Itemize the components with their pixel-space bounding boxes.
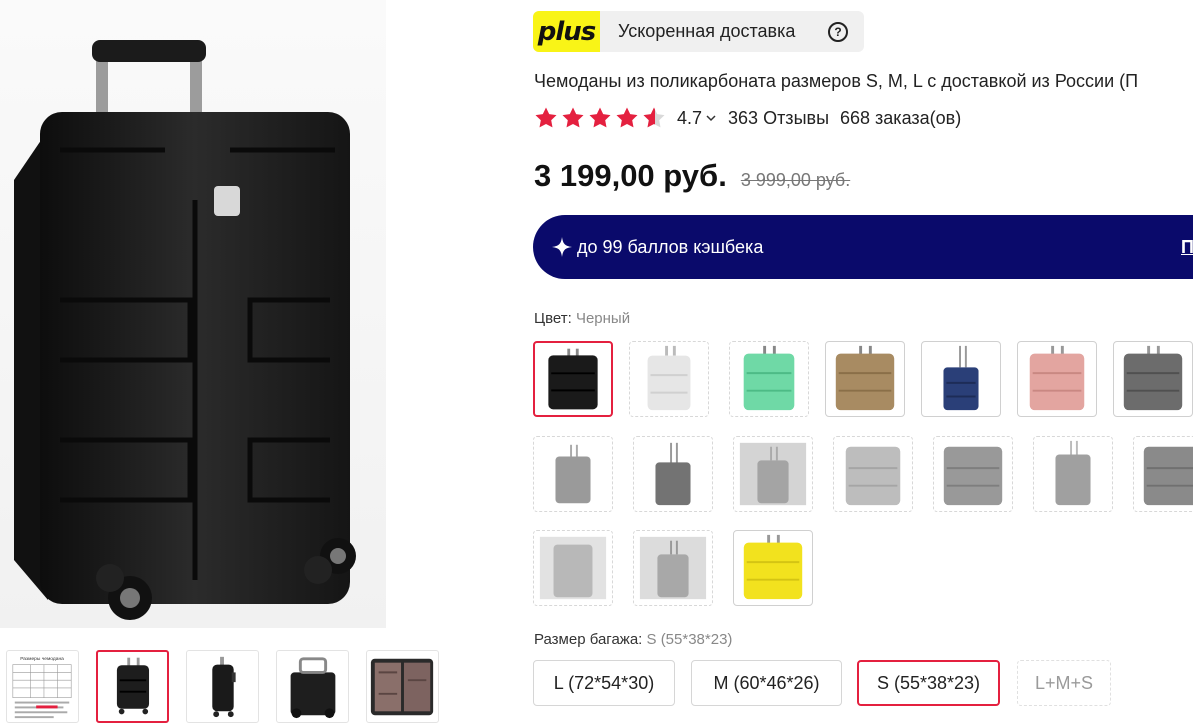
size-option-m[interactable]: M (60*46*26) xyxy=(691,660,842,706)
suitcase-image xyxy=(743,345,795,411)
suitcase-image xyxy=(845,446,901,506)
rating-value[interactable]: 4.7 xyxy=(677,108,702,129)
color-swatch-gray-2[interactable] xyxy=(633,436,713,512)
color-swatch-yellow[interactable] xyxy=(733,530,813,606)
color-swatch-gray-7[interactable] xyxy=(1133,436,1193,512)
color-swatch-navy[interactable] xyxy=(921,341,1001,417)
color-swatch-mint[interactable] xyxy=(729,341,809,417)
thumbnail-open[interactable] xyxy=(366,650,439,723)
thumbnail-back[interactable] xyxy=(276,650,349,723)
suitcase-image xyxy=(539,536,607,600)
suitcase-image xyxy=(943,446,1003,506)
main-product-image[interactable] xyxy=(0,0,386,628)
suitcase-image xyxy=(555,444,591,504)
cashback-banner[interactable]: до 99 баллов кэшбека П xyxy=(533,215,1193,279)
plus-logo: plus xyxy=(533,11,600,52)
sparkle-icon xyxy=(552,237,572,257)
star-icon xyxy=(616,107,638,128)
suitcase-image xyxy=(647,345,691,411)
selected-color: Черный xyxy=(575,310,631,327)
suitcase-image xyxy=(835,345,895,411)
thumbnail-front[interactable] xyxy=(96,650,169,723)
suitcase-image xyxy=(739,442,807,506)
selected-size: S (55*38*23) xyxy=(646,631,733,648)
color-swatch-gray-1[interactable] xyxy=(533,436,613,512)
old-price: 3 999,00 руб. xyxy=(740,170,851,190)
color-swatch-gray[interactable] xyxy=(1113,341,1193,417)
color-swatch-gray-9[interactable] xyxy=(633,530,713,606)
suitcase-image xyxy=(943,345,979,411)
star-icon xyxy=(535,107,557,128)
star-icon xyxy=(562,107,584,128)
cashback-link[interactable]: П xyxy=(1181,215,1193,279)
suitcase-image xyxy=(743,534,803,600)
size-option-s[interactable]: S (55*38*23) xyxy=(857,660,1000,706)
chevron-down-icon[interactable] xyxy=(706,113,716,123)
suitcase-image xyxy=(548,348,598,410)
color-swatch-gray-4[interactable] xyxy=(833,436,913,512)
color-label-text: Цвет: xyxy=(534,310,572,327)
rating-row: 4.7 363 Отзывы 668 заказа(ов) xyxy=(534,106,961,130)
thumb-chart-caption: Размеры чемодана xyxy=(20,656,64,662)
color-swatch-gray-6[interactable] xyxy=(1033,436,1113,512)
suitcase-image xyxy=(1143,446,1193,506)
suitcase-image xyxy=(639,536,707,600)
color-swatch-gray-3[interactable] xyxy=(733,436,813,512)
suitcase-image xyxy=(1123,345,1183,411)
question-circle-icon[interactable]: ? xyxy=(828,22,848,42)
color-label: Цвет: Черный xyxy=(534,310,630,327)
suitcase-image xyxy=(1055,440,1091,506)
star-half-icon xyxy=(643,107,665,128)
rating-stars[interactable] xyxy=(534,106,666,130)
price-row: 3 199,00 руб. 3 999,00 руб. xyxy=(534,158,850,194)
reviews-link[interactable]: 363 Отзывы xyxy=(728,108,829,129)
suitcase-image xyxy=(655,442,691,506)
color-swatch-black[interactable] xyxy=(533,341,613,417)
color-swatch-gray-5[interactable] xyxy=(933,436,1013,512)
size-option-l[interactable]: L (72*54*30) xyxy=(533,660,675,706)
thumbnail-size-chart[interactable]: Размеры чемодана xyxy=(6,650,79,723)
color-swatch-bronze[interactable] xyxy=(825,341,905,417)
current-price: 3 199,00 руб. xyxy=(534,158,727,193)
color-swatch-gray-8[interactable] xyxy=(533,530,613,606)
product-title: Чемоданы из поликарбоната размеров S, M,… xyxy=(534,71,1139,91)
size-option-lms[interactable]: L+M+S xyxy=(1017,660,1111,706)
orders-count: 668 заказа(ов) xyxy=(840,107,962,128)
fast-delivery-label: Ускоренная доставка xyxy=(618,21,796,41)
star-icon xyxy=(589,107,611,128)
size-label-text: Размер багажа: xyxy=(534,631,643,648)
thumbnail-strip: Размеры чемодана xyxy=(6,650,439,723)
suitcase-image xyxy=(1029,345,1085,411)
cashback-text: до 99 баллов кэшбека xyxy=(577,237,764,257)
color-swatch-white[interactable] xyxy=(629,341,709,417)
fast-delivery-badge[interactable]: plus Ускоренная доставка ? xyxy=(533,11,864,52)
thumbnail-side[interactable] xyxy=(186,650,259,723)
color-swatch-pink[interactable] xyxy=(1017,341,1097,417)
size-label: Размер багажа: S (55*38*23) xyxy=(534,631,732,648)
